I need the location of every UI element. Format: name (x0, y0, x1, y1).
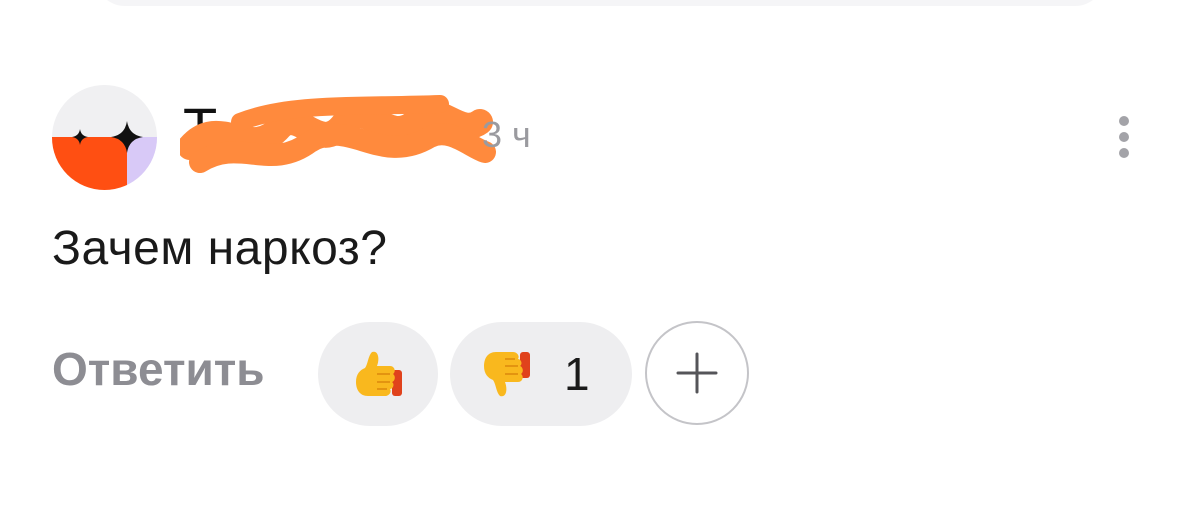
redaction-scribble (180, 95, 496, 173)
avatar[interactable] (52, 85, 157, 190)
reply-button[interactable]: Ответить (52, 346, 265, 392)
more-vertical-icon (1119, 116, 1129, 158)
reaction-like-button[interactable] (318, 322, 438, 426)
plus-icon (676, 352, 718, 394)
more-options-button[interactable] (1104, 115, 1144, 160)
timestamp: 3 ч (482, 114, 531, 155)
thumbs-down-icon (484, 352, 530, 397)
reaction-dislike-button[interactable]: 1 (450, 322, 632, 426)
add-reaction-button[interactable] (645, 321, 749, 425)
dislike-count: 1 (564, 348, 590, 400)
comment-screen: Т 3 ч Зачем наркоз? Ответить 1 (0, 0, 1200, 506)
thumbs-up-icon (356, 351, 402, 396)
previous-card-edge (95, 0, 1105, 6)
comment-text: Зачем наркоз? (52, 222, 388, 275)
avatar-image (52, 85, 157, 190)
